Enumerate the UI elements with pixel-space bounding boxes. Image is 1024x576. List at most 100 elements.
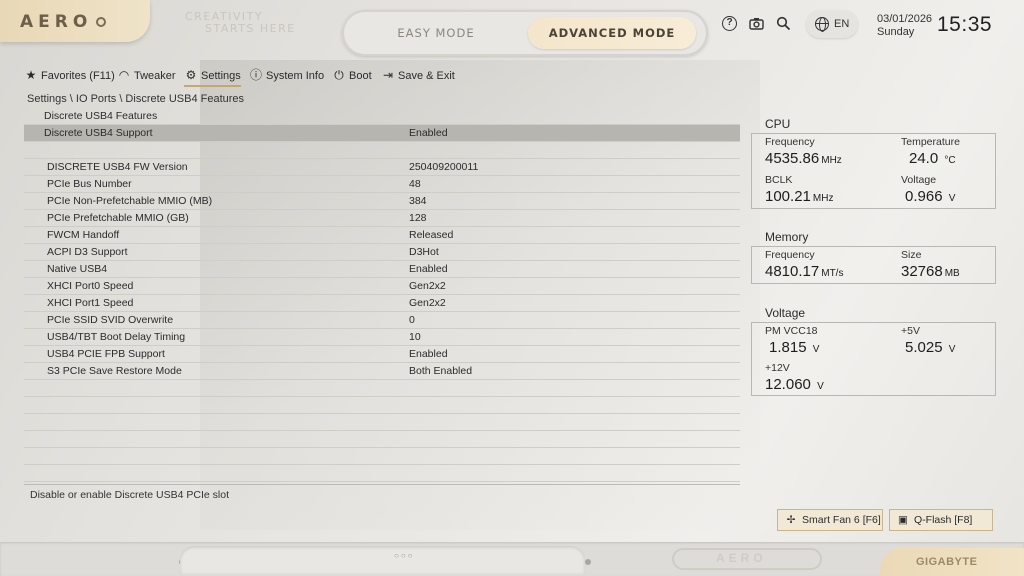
language-label: EN	[834, 18, 850, 30]
cpu-voltage-label: Voltage	[901, 174, 937, 186]
setting-value: 10	[409, 331, 421, 343]
bclk-label: BCLK	[765, 174, 793, 186]
qflash-label: Q-Flash [F8]	[914, 514, 973, 526]
table-row[interactable]: PCIe Prefetchable MMIO (GB) 128	[24, 210, 740, 227]
tab-system-info[interactable]: ⓘ System Info	[249, 66, 324, 85]
setting-label: FWCM Handoff	[47, 229, 120, 241]
date-display: 03/01/2026 Sunday	[877, 13, 932, 39]
breadcrumb: Settings \ IO Ports \ Discrete USB4 Feat…	[27, 93, 245, 105]
qflash-button[interactable]: ▣ Q-Flash [F8]	[889, 509, 993, 531]
tab-save-exit[interactable]: ⇥ Save & Exit	[381, 66, 455, 85]
tab-settings-label: Settings	[201, 70, 241, 82]
bottom-dot-right	[585, 559, 591, 565]
pm-vcc18-value: 1.815 V	[769, 339, 819, 356]
voltage-title: Voltage	[765, 306, 806, 320]
tab-tweaker[interactable]: ◠ Tweaker	[117, 66, 176, 85]
settings-table: Discrete USB4 Features Discrete USB4 Sup…	[24, 108, 740, 482]
pm-vcc18-number: 1.815	[769, 339, 807, 356]
plus12v-number: 12.060	[765, 376, 811, 393]
bclk-unit: MHz	[812, 193, 834, 204]
table-row-empty	[24, 142, 740, 159]
table-row[interactable]: ACPI D3 Support D3Hot	[24, 244, 740, 261]
help-text: Disable or enable Discrete USB4 PCIe slo…	[30, 489, 230, 501]
setting-label: PCIe Bus Number	[47, 178, 132, 190]
table-row[interactable]: PCIe Non-Prefetchable MMIO (MB) 384	[24, 193, 740, 210]
cpu-temperature-value: 24.0 °C	[909, 150, 956, 167]
setting-label: PCIe Prefetchable MMIO (GB)	[47, 212, 189, 224]
table-row[interactable]: USB4 PCIE FPB Support Enabled	[24, 346, 740, 363]
bottom-dots-icon: ○○○	[394, 551, 415, 560]
table-row[interactable]: DISCRETE USB4 FW Version 250409200011	[24, 159, 740, 176]
fan-icon: ✢	[786, 514, 796, 526]
table-row-empty	[24, 397, 740, 414]
table-row[interactable]: FWCM Handoff Released	[24, 227, 740, 244]
plus5v-number: 5.025	[905, 339, 943, 356]
search-icon[interactable]	[776, 16, 791, 31]
tab-boot[interactable]: ⏻ Boot	[332, 66, 372, 85]
table-row[interactable]: PCIe SSID SVID Overwrite 0	[24, 312, 740, 329]
setting-label: PCIe SSID SVID Overwrite	[47, 314, 174, 326]
top-bar: AERO CREATIVITY STARTS HERE EASY MODE AD…	[0, 0, 1024, 62]
setting-label: ACPI D3 Support	[47, 246, 128, 258]
plus12v-unit: V	[817, 381, 824, 392]
day-value: Sunday	[877, 26, 915, 38]
advanced-mode-button[interactable]: ADVANCED MODE	[528, 17, 696, 49]
tab-settings[interactable]: ⚙ Settings	[184, 66, 241, 87]
tab-boot-label: Boot	[349, 70, 372, 82]
gauge-icon: ◠	[118, 68, 130, 82]
setting-value[interactable]: Enabled	[409, 125, 448, 141]
power-icon: ⏻	[334, 68, 344, 82]
table-row-empty	[24, 465, 740, 482]
screenshot-camera-icon[interactable]	[749, 16, 764, 31]
table-row[interactable]: Native USB4 Enabled	[24, 261, 740, 278]
star-icon: ★	[25, 68, 37, 82]
bclk-value: 100.21 MHz	[765, 188, 833, 205]
cpu-frequency-unit: MHz	[821, 155, 842, 166]
setting-value: Gen2x2	[409, 280, 446, 292]
memory-frequency-label: Frequency	[765, 249, 815, 261]
table-row-empty	[24, 380, 740, 397]
pm-vcc18-label: PM VCC18	[765, 325, 818, 337]
tab-tweaker-label: Tweaker	[134, 70, 176, 82]
table-row-empty	[24, 414, 740, 431]
table-header-row: Discrete USB4 Features	[24, 108, 740, 125]
language-button[interactable]: EN	[806, 10, 858, 38]
plus5v-value: 5.025 V	[905, 339, 955, 356]
table-row[interactable]: USB4/TBT Boot Delay Timing 10	[24, 329, 740, 346]
table-row-selected[interactable]: Discrete USB4 Support Enabled	[24, 125, 740, 142]
mode-switch: EASY MODE ADVANCED MODE	[342, 10, 708, 56]
cpu-temperature-label: Temperature	[901, 136, 960, 148]
section-title: Discrete USB4 Features	[44, 110, 158, 122]
info-icon: ⓘ	[249, 68, 262, 82]
memory-title: Memory	[765, 230, 809, 244]
bottom-aero-logo: AERO	[716, 551, 767, 565]
setting-value: 48	[409, 178, 421, 190]
gear-icon: ⚙	[185, 68, 197, 82]
cpu-frequency-number: 4535.86	[765, 150, 820, 167]
bottom-notch	[180, 546, 585, 574]
tab-favorites-label: Favorites (F11)	[41, 70, 115, 82]
clock: 15:35	[937, 13, 993, 36]
table-row[interactable]: XHCI Port1 Speed Gen2x2	[24, 295, 740, 312]
cpu-title: CPU	[765, 117, 791, 131]
setting-label: DISCRETE USB4 FW Version	[47, 161, 188, 173]
bclk-number: 100.21	[765, 188, 811, 205]
memory-box: Frequency 4810.17 MT/s Size 32768 MB	[751, 246, 996, 284]
help-icon[interactable]: ?	[722, 16, 737, 31]
smart-fan-button[interactable]: ✢ Smart Fan 6 [F6]	[777, 509, 883, 531]
easy-mode-button[interactable]: EASY MODE	[360, 17, 512, 49]
setting-label: Discrete USB4 Support	[44, 127, 153, 139]
setting-value: Enabled	[409, 348, 448, 360]
pm-vcc18-unit: V	[812, 344, 820, 355]
tab-favorites[interactable]: ★ Favorites (F11)	[24, 66, 115, 85]
setting-value: Released	[409, 229, 454, 241]
table-row[interactable]: PCIe Bus Number 48	[24, 176, 740, 193]
memory-size-unit: MB	[944, 268, 960, 279]
smart-fan-label: Smart Fan 6 [F6]	[802, 514, 881, 526]
table-row[interactable]: XHCI Port0 Speed Gen2x2	[24, 278, 740, 295]
cpu-temperature-number: 24.0	[909, 150, 939, 167]
table-row[interactable]: S3 PCIe Save Restore Mode Both Enabled	[24, 363, 740, 380]
memory-size-value: 32768 MB	[901, 263, 960, 280]
setting-label: USB4 PCIE FPB Support	[47, 348, 165, 360]
help-divider	[24, 484, 740, 485]
